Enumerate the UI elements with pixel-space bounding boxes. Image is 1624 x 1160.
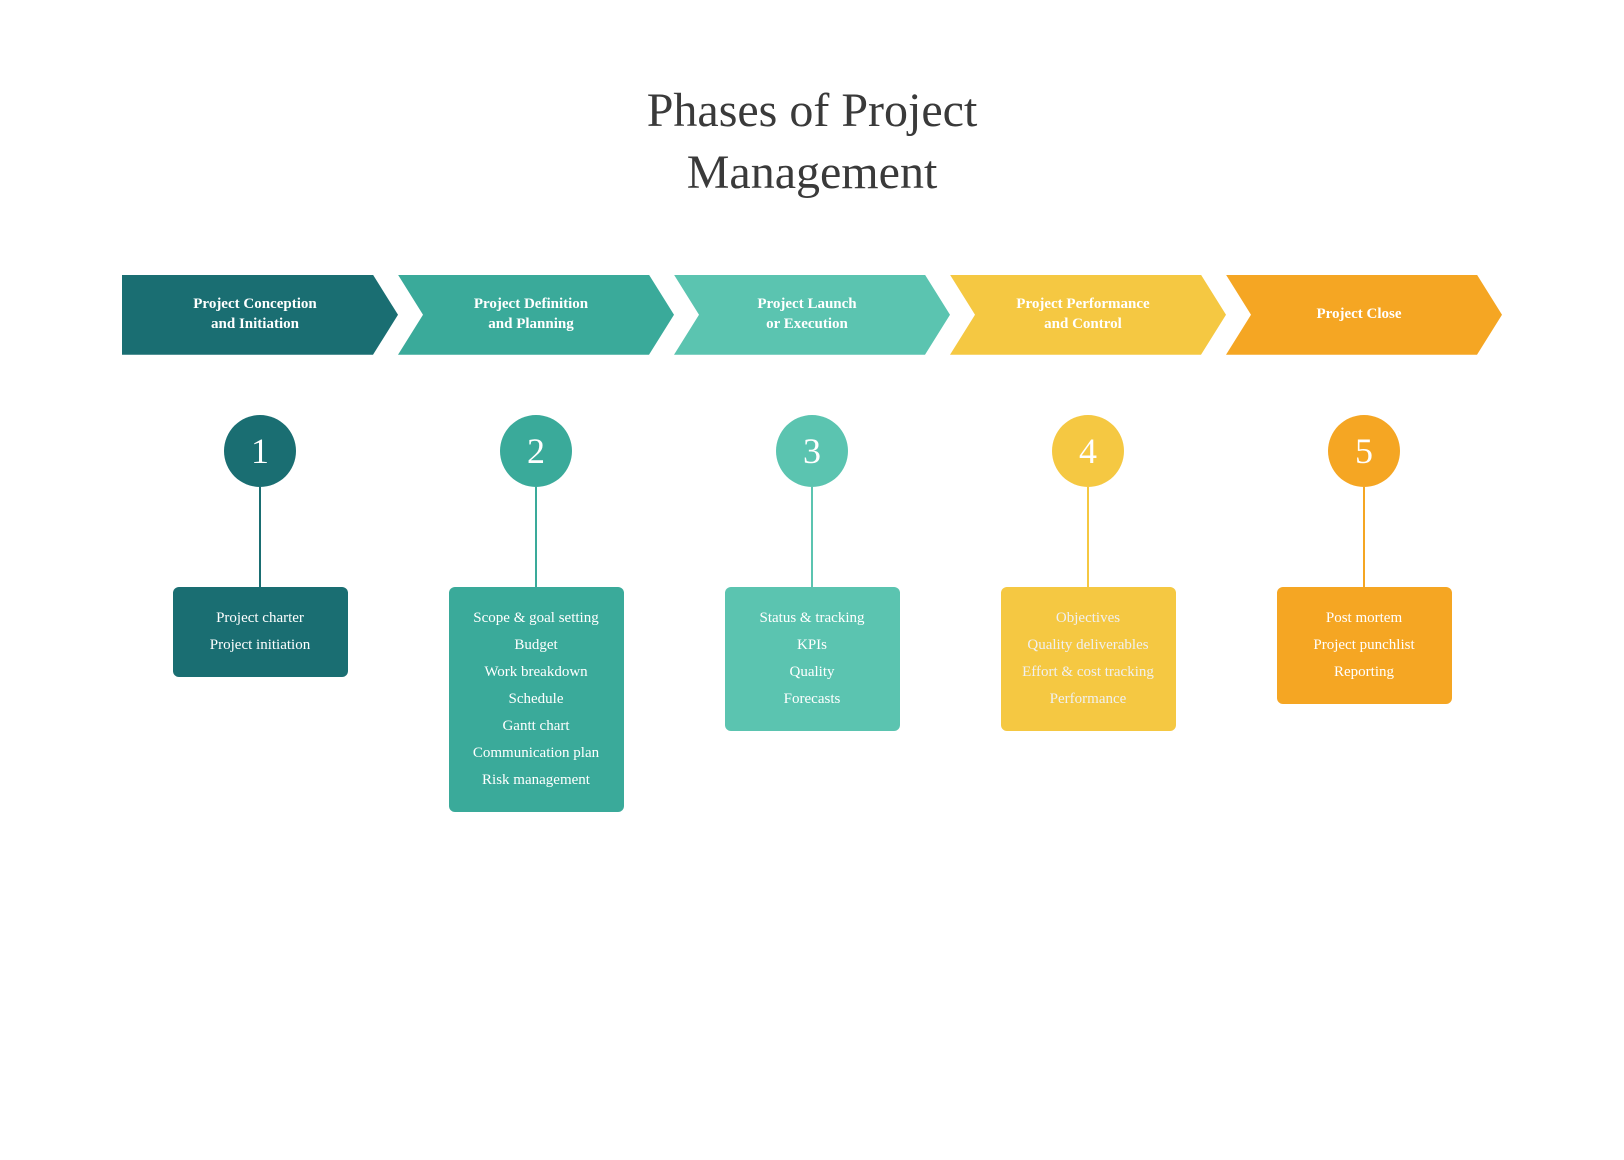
arrow-5: Project Close [1226,275,1502,355]
phase-col-4: 4 ObjectivesQuality deliverablesEffort & … [950,415,1226,731]
phase-line-3 [811,487,813,587]
phase-circle-2: 2 [500,415,572,487]
phase-col-5: 5 Post mortemProject punchlistReporting [1226,415,1502,704]
phase-line-1 [259,487,261,587]
phase-circle-4: 4 [1052,415,1124,487]
phase-col-1: 1 Project charterProject initiation [122,415,398,677]
arrow-1: Project Conceptionand Initiation [122,275,398,355]
phase-box-2: Scope & goal settingBudgetWork breakdown… [449,587,624,812]
arrow-4-label: Project Performanceand Control [1016,295,1149,334]
phase-col-2: 2 Scope & goal settingBudgetWork breakdow… [398,415,674,812]
arrow-4: Project Performanceand Control [950,275,1226,355]
timeline: 1 Project charterProject initiation 2 Scope… [122,415,1502,812]
phase-circle-1: 1 [224,415,296,487]
phase-box-3: Status & trackingKPIsQualityForecasts [725,587,900,731]
phase-circle-5: 5 [1328,415,1400,487]
arrow-3-label: Project Launchor Execution [757,295,856,334]
arrow-2-label: Project Definitionand Planning [474,295,588,334]
phase-box-4: ObjectivesQuality deliverablesEffort & c… [1001,587,1176,731]
phase-circle-3: 3 [776,415,848,487]
arrow-1-label: Project Conceptionand Initiation [193,295,316,334]
arrow-banner: Project Conceptionand Initiation Project … [122,275,1502,355]
phase-line-5 [1363,487,1365,587]
phase-line-4 [1087,487,1089,587]
phase-box-1: Project charterProject initiation [173,587,348,677]
page-title: Phases of ProjectManagement [647,80,978,205]
phase-col-3: 3 Status & trackingKPIsQualityForecasts [674,415,950,731]
arrow-2: Project Definitionand Planning [398,275,674,355]
arrow-3: Project Launchor Execution [674,275,950,355]
arrow-5-label: Project Close [1316,305,1401,325]
phase-box-5: Post mortemProject punchlistReporting [1277,587,1452,704]
phase-line-2 [535,487,537,587]
